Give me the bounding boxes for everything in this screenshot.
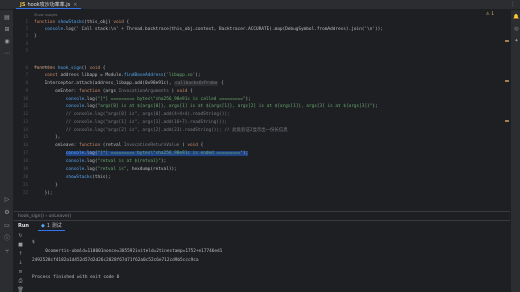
run-panel: Run ◆ 1 测试 ↻ ■ ↑ ↓ ≡ ⎙ 🗑 $ 0comertis-ubml… bbox=[14, 220, 510, 292]
editor-tab-bar: JS hook攻沙功率率.js × ⋮ bbox=[0, 0, 520, 10]
code-line[interactable]: } bbox=[34, 33, 37, 40]
line-number: 11 bbox=[22, 103, 28, 108]
line-number: 20 bbox=[22, 174, 28, 179]
code-line[interactable]: function showStacks(this_obj) void { bbox=[34, 19, 129, 26]
code-line[interactable]: }, bbox=[34, 134, 60, 141]
line-number: 10 bbox=[22, 96, 28, 101]
code-editor[interactable]: ⚠ 1 Show usages no usages 1 2 3 4 5 6 7 8 9 10 11 1… bbox=[14, 10, 510, 216]
scroll-up-icon[interactable]: ↑ bbox=[17, 251, 24, 258]
line-number: 18 bbox=[22, 158, 28, 163]
console-output-line: 0comertis-ubmld=118001nonce=385592ivitel… bbox=[32, 249, 223, 254]
folder-icon[interactable]: ▤ bbox=[3, 14, 11, 22]
breadcrumb[interactable]: hook_sign() › onLeave() bbox=[14, 211, 510, 220]
code-line[interactable]: console.log("retval is at ${retval}"); bbox=[34, 158, 166, 165]
code-line[interactable]: Interceptor.attach(address_libapp.add(0x… bbox=[34, 80, 224, 87]
code-line[interactable]: console.log("retval is", hexdump(retval)… bbox=[34, 166, 177, 173]
problems-icon[interactable]: ⓘ bbox=[3, 235, 11, 243]
notifications-icon[interactable]: 🔔 bbox=[513, 14, 520, 21]
line-number: 2 bbox=[25, 26, 28, 31]
line-number: 1 bbox=[25, 19, 28, 24]
run-panel-header: Run ◆ 1 测试 bbox=[14, 221, 510, 231]
console-output-line: Process finished with exit code 0 bbox=[32, 275, 120, 280]
usages-hint[interactable]: Show usages bbox=[34, 13, 58, 17]
console-output-line: 2492528cf4182a1d452d57d2d26c2028f67d71f6… bbox=[32, 258, 199, 263]
commit-icon[interactable]: ◉ bbox=[3, 38, 11, 46]
left-tool-strip: ▤ ⊞ ◉ ⋯ ▷ ⚙ ▭ ⓘ ⑂ bbox=[0, 10, 14, 292]
line-number: 6 bbox=[25, 65, 28, 70]
code-line[interactable]: // console.log("args[2] is", args[2].add… bbox=[34, 127, 288, 134]
line-number: 15 bbox=[22, 134, 28, 139]
print-icon[interactable]: ⎙ bbox=[17, 278, 24, 285]
run-config-tab[interactable]: ◆ 1 测试 bbox=[38, 221, 65, 231]
code-line[interactable]: // console.log("args[1] is", args[1].add… bbox=[34, 119, 227, 126]
line-number: 19 bbox=[22, 166, 28, 171]
console-output-line: $ bbox=[32, 240, 35, 245]
more-options-icon[interactable]: ⋮ bbox=[510, 0, 516, 10]
soft-wrap-icon[interactable]: ≡ bbox=[17, 269, 24, 276]
line-number: 16 bbox=[22, 142, 28, 147]
run-title: Run bbox=[18, 223, 29, 229]
git-icon[interactable]: ⑂ bbox=[3, 248, 11, 256]
line-number: 7 bbox=[25, 72, 28, 77]
line-number: 9 bbox=[25, 88, 28, 93]
code-line[interactable]: showStacks(this); bbox=[34, 174, 111, 181]
code-line[interactable]: // console.log("args[0] is", args[0].add… bbox=[34, 111, 230, 118]
file-tab[interactable]: JS hook攻沙功率率.js × bbox=[16, 1, 82, 9]
warnings-indicator[interactable]: ⚠ 1 bbox=[486, 12, 494, 17]
scrollbar-markers[interactable] bbox=[505, 10, 509, 216]
line-gutter: 1 2 3 4 5 6 7 8 9 10 11 12 13 14 15 16 17 18 19 20 21 22 bbox=[14, 10, 30, 216]
code-line[interactable]: console.log(' Call stack:\n' + Thread.ba… bbox=[34, 26, 383, 33]
line-number: 12 bbox=[22, 111, 28, 116]
line-number: 21 bbox=[22, 182, 28, 187]
code-line[interactable]: } bbox=[34, 182, 58, 189]
code-line[interactable]: onLeave: function (retval InvocationRetu… bbox=[34, 142, 203, 149]
run-config-label: 1 测试 bbox=[46, 223, 62, 229]
js-file-icon: JS bbox=[20, 2, 26, 8]
scroll-down-icon[interactable]: ↓ bbox=[17, 260, 24, 267]
code-line[interactable]: }); bbox=[34, 190, 53, 197]
structure-icon[interactable]: ⊞ bbox=[3, 26, 11, 34]
stop-icon[interactable]: ■ bbox=[17, 242, 24, 249]
line-number: 22 bbox=[22, 190, 28, 195]
line-number: 4 bbox=[25, 41, 28, 46]
code-line[interactable]: console.log("[*] ========= bytes\"sha256… bbox=[34, 150, 249, 157]
code-line[interactable]: onEnter: function (args InvocationArgume… bbox=[34, 88, 193, 95]
terminal-icon[interactable]: ▭ bbox=[3, 222, 11, 230]
run-toolbar: ↻ ■ ↑ ↓ ≡ ⎙ 🗑 bbox=[14, 231, 26, 292]
code-line[interactable]: console.log("[*] ========= bytes\"sha256… bbox=[34, 96, 251, 103]
line-number: 13 bbox=[22, 119, 28, 124]
rerun-icon[interactable]: ↻ bbox=[17, 233, 24, 240]
line-number: 14 bbox=[22, 127, 28, 132]
run-icon[interactable]: ▷ bbox=[3, 196, 11, 204]
ai-assistant-icon[interactable]: ✦ bbox=[513, 38, 520, 45]
file-tab-label: hook攻沙功率率.js bbox=[27, 2, 71, 8]
code-line[interactable]: const address libapp = Module.findBaseAd… bbox=[34, 72, 201, 79]
trash-icon[interactable]: 🗑 bbox=[17, 287, 24, 292]
database-icon[interactable]: ◎ bbox=[513, 26, 520, 33]
code-line[interactable]: function hook_sign() void { bbox=[34, 65, 105, 72]
line-number: 17 bbox=[22, 150, 28, 155]
more-icon[interactable]: ⋯ bbox=[3, 50, 11, 58]
run-config-icon: ◆ bbox=[41, 223, 45, 229]
close-icon[interactable]: × bbox=[73, 2, 77, 8]
line-number: 8 bbox=[25, 80, 28, 85]
right-tool-strip: 🔔 ◎ ✦ bbox=[510, 10, 520, 292]
line-number: 3 bbox=[25, 33, 28, 38]
line-number: 5 bbox=[25, 48, 28, 53]
code-line[interactable]: console.log("args[0] is at ${args[0]}, a… bbox=[34, 103, 378, 110]
plugins-icon[interactable]: ⚙ bbox=[3, 209, 11, 217]
